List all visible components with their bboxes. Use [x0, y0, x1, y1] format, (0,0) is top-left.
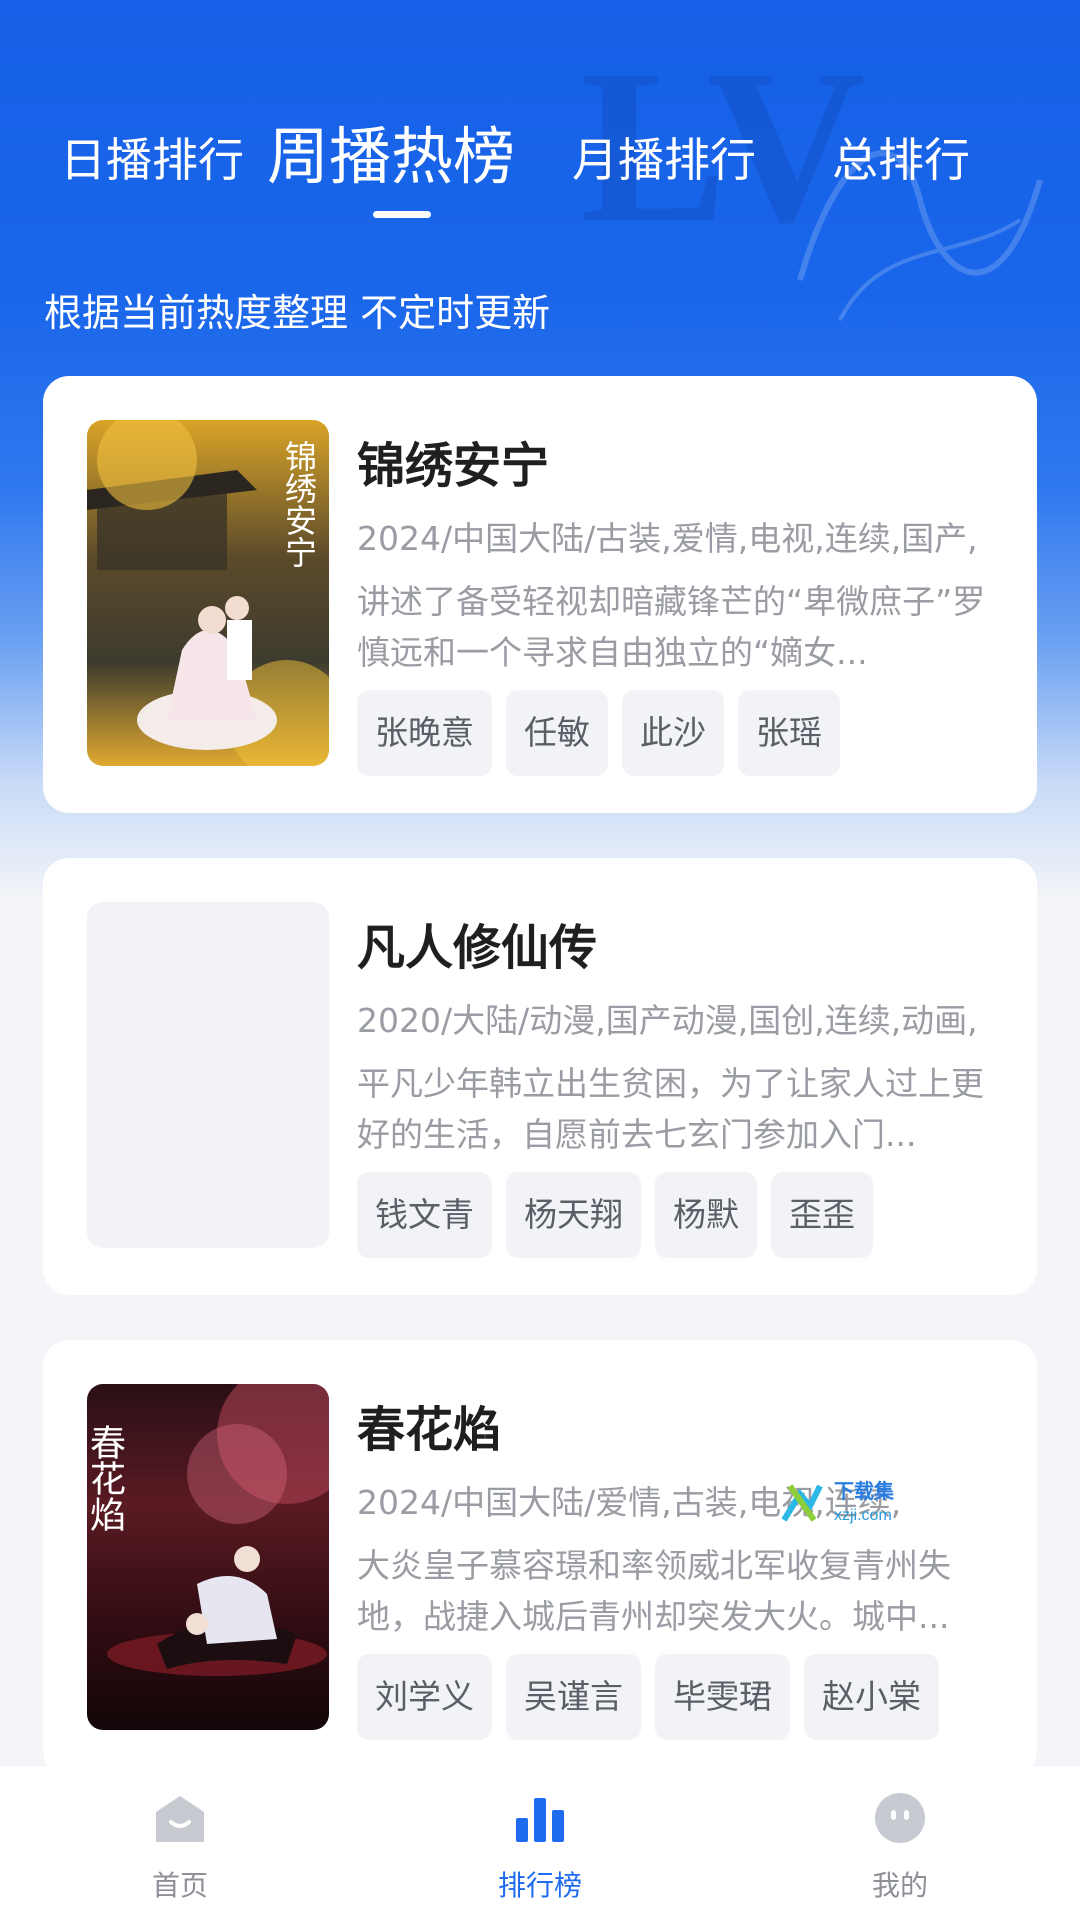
tabbar-label: 排行榜: [497, 1869, 582, 1902]
card-description: 平凡少年韩立出生贫困，为了让家人过上更好的生活，自愿前去七玄门参加入门...: [357, 1064, 984, 1154]
watermark-logo: 下载集 xzji.com: [781, 1479, 895, 1524]
poster-title-text: 锦绣安宁: [281, 440, 317, 568]
tabbar-item-home[interactable]: 首页: [80, 1766, 280, 1920]
actor-chip[interactable]: 赵小棠: [804, 1654, 939, 1740]
ranking-card[interactable]: 凡人修仙传 2020/大陆/动漫,国产动漫,国创,连续,动画, 平凡少年韩立出生…: [43, 858, 1037, 1295]
card-description: 讲述了备受轻视却暗藏锋芒的“卑微庶子”罗慎远和一个寻求自由独立的“嫡女...: [357, 582, 986, 672]
poster-image: 春花焰: [87, 1384, 329, 1730]
actor-chips: 钱文青 杨天翔 杨默 歪歪: [357, 1172, 873, 1258]
tab-daily[interactable]: 日播排行: [60, 124, 244, 190]
tab-active-indicator: [373, 211, 431, 218]
bottom-tab-bar: 首页 排行榜 我的: [0, 1766, 1080, 1920]
ranking-card[interactable]: 春花焰 春花焰 2024/中国大陆/爱情,古装,电视,连续, 大炎皇子慕容璟和率…: [43, 1340, 1037, 1777]
actor-chip[interactable]: 歪歪: [771, 1172, 873, 1258]
actor-chip[interactable]: 毕雯珺: [655, 1654, 790, 1740]
poster-placeholder: [87, 902, 329, 1248]
actor-chip[interactable]: 杨默: [655, 1172, 757, 1258]
actor-chips: 刘学义 吴谨言 毕雯珺 赵小棠: [357, 1654, 939, 1740]
tab-monthly[interactable]: 月播排行: [572, 124, 756, 190]
home-icon: [156, 1796, 204, 1842]
ranking-tabs: 日播排行 周播热榜 月播排行 总排行: [0, 100, 1080, 220]
card-meta: 2024/中国大陆/古装,爱情,电视,连续,国产,: [357, 519, 978, 558]
watermark-url: xzji.com: [834, 1507, 892, 1524]
actor-chip[interactable]: 任敏: [506, 690, 608, 776]
card-title: 春花焰: [357, 1402, 502, 1458]
list-subtitle: 根据当前热度整理 不定时更新: [44, 291, 551, 335]
card-title: 凡人修仙传: [357, 920, 598, 976]
tabbar-item-profile[interactable]: 我的: [800, 1766, 1000, 1920]
actor-chip[interactable]: 张瑶: [738, 690, 840, 776]
card-meta: 2020/大陆/动漫,国产动漫,国创,连续,动画,: [357, 1001, 978, 1040]
poster-title-text: 春花焰: [87, 1424, 125, 1532]
actor-chip[interactable]: 刘学义: [357, 1654, 492, 1740]
tab-weekly[interactable]: 周播热榜: [267, 106, 515, 196]
chart-icon: [516, 1798, 564, 1842]
card-title: 锦绣安宁: [357, 438, 550, 494]
actor-chip[interactable]: 此沙: [622, 690, 724, 776]
actor-chips: 张晚意 任敏 此沙 张瑶: [357, 690, 840, 776]
actor-chip[interactable]: 杨天翔: [506, 1172, 641, 1258]
actor-chip[interactable]: 钱文青: [357, 1172, 492, 1258]
tabbar-label: 我的: [871, 1869, 928, 1902]
tabbar-item-ranking[interactable]: 排行榜: [440, 1766, 640, 1920]
actor-chip[interactable]: 张晚意: [357, 690, 492, 776]
tabbar-label: 首页: [151, 1869, 208, 1902]
tab-total[interactable]: 总排行: [832, 124, 970, 190]
watermark-text: 下载集: [834, 1479, 895, 1503]
profile-icon: [875, 1793, 925, 1843]
ranking-card[interactable]: 锦绣安宁 锦绣安宁 2024/中国大陆/古装,爱情,电视,连续,国产, 讲述了备…: [43, 376, 1037, 813]
poster-image: 锦绣安宁: [87, 420, 329, 766]
actor-chip[interactable]: 吴谨言: [506, 1654, 641, 1740]
card-description: 大炎皇子慕容璟和率领威北军收复青州失地，战捷入城后青州却突发大火。城中...: [357, 1546, 951, 1636]
